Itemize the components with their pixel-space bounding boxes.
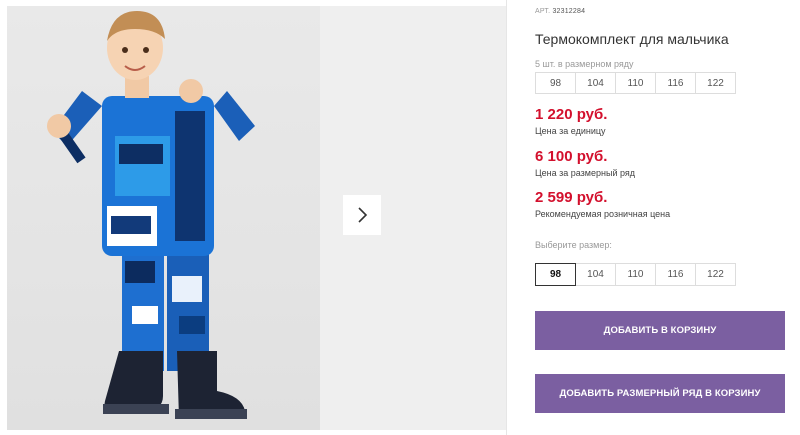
product-title: Термокомплект для мальчика (535, 31, 729, 47)
add-series-to-cart-button[interactable]: ДОБАВИТЬ РАЗМЕРНЫЙ РЯД В КОРЗИНУ (535, 374, 785, 413)
chevron-right-icon (358, 207, 368, 223)
size-picker: 98 104 110 116 122 (535, 263, 736, 286)
size-option-98[interactable]: 98 (535, 263, 576, 286)
size-option-122[interactable]: 122 (695, 263, 736, 286)
series-size-104: 104 (575, 72, 616, 94)
size-option-104[interactable]: 104 (575, 263, 616, 286)
size-picker-label: Выберите размер: (535, 240, 612, 250)
size-option-110[interactable]: 110 (615, 263, 656, 286)
boy-in-thermal-set-image (47, 11, 255, 419)
retail-price-label: Рекомендуемая розничная цена (535, 209, 671, 219)
series-size-98: 98 (535, 72, 576, 94)
series-size-110: 110 (615, 72, 656, 94)
product-gallery (0, 0, 507, 435)
product-photo[interactable] (7, 6, 320, 430)
series-price: 6 100 руб. (535, 148, 608, 165)
series-size-116: 116 (655, 72, 696, 94)
series-size-122: 122 (695, 72, 736, 94)
product-info-panel: АРТ. 32312284 Термокомплект для мальчика… (507, 0, 800, 435)
unit-price-label: Цена за единицу (535, 126, 606, 136)
article-label: АРТ. (535, 8, 551, 15)
size-series-row: 98 104 110 116 122 (535, 72, 736, 94)
article-value: 32312284 (552, 8, 586, 15)
article-number: АРТ. 32312284 (535, 8, 585, 15)
add-to-cart-button[interactable]: ДОБАВИТЬ В КОРЗИНУ (535, 311, 785, 350)
series-note: 5 шт. в размерном ряду (535, 59, 634, 69)
series-price-label: Цена за размерный ряд (535, 168, 636, 178)
size-option-116[interactable]: 116 (655, 263, 696, 286)
gallery-next-button[interactable] (343, 195, 381, 235)
retail-price: 2 599 руб. (535, 189, 608, 206)
unit-price: 1 220 руб. (535, 106, 608, 123)
